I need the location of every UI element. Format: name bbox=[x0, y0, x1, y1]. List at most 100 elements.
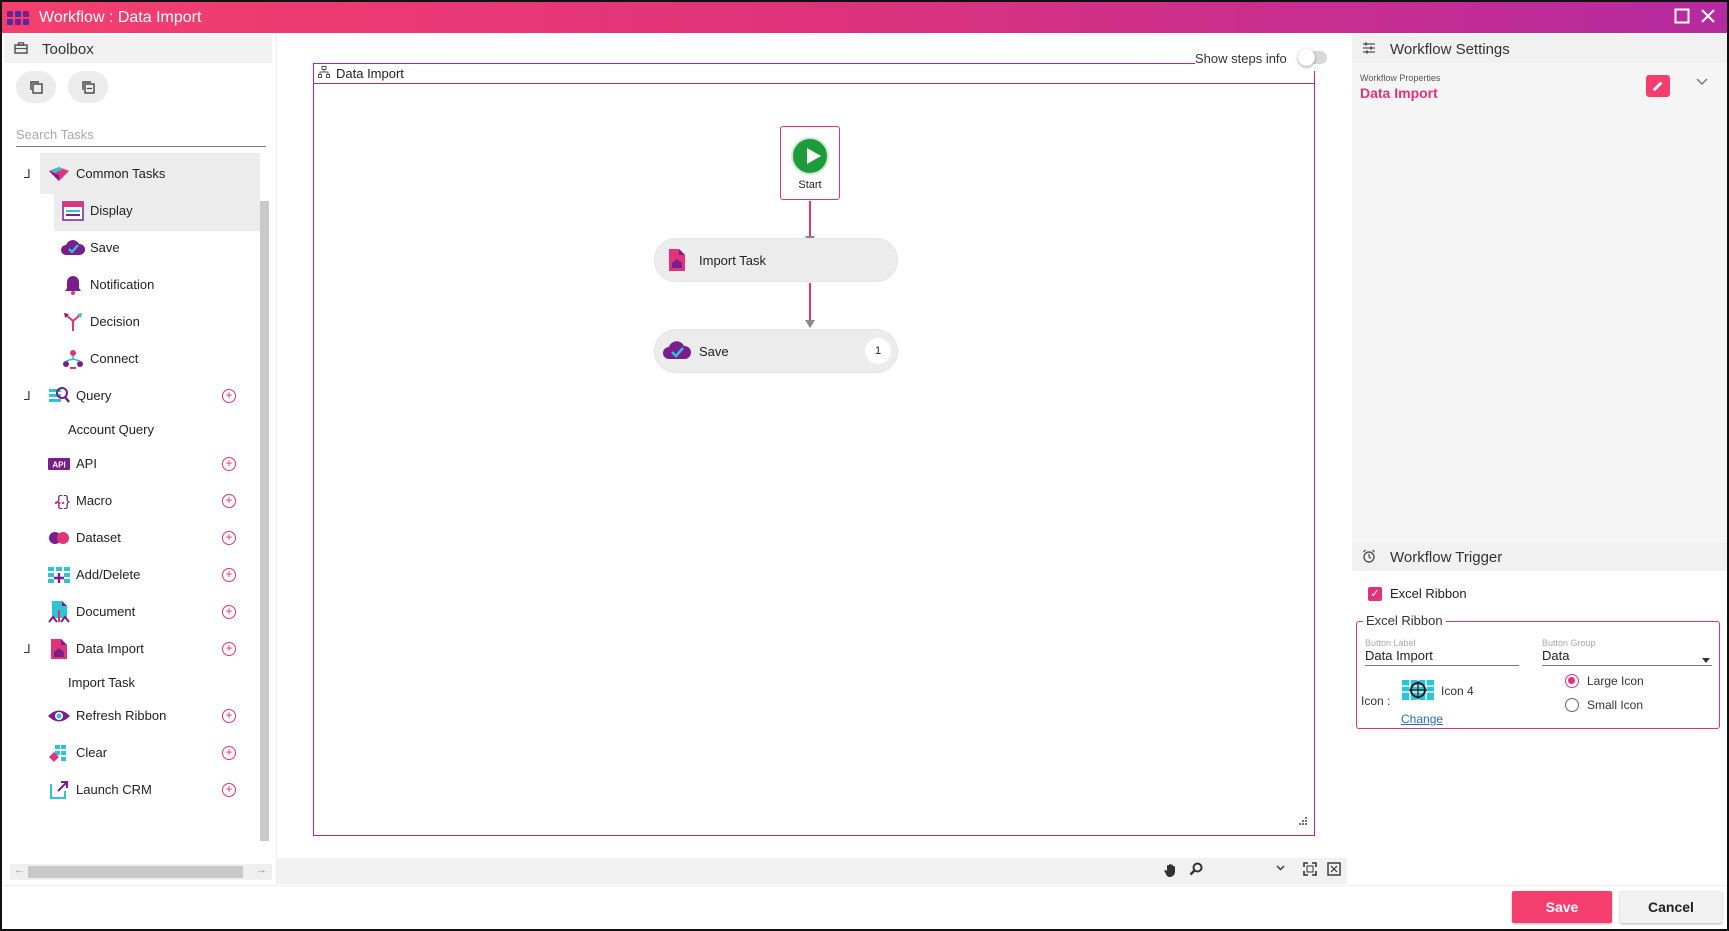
ribbon-icon-preview bbox=[1401, 678, 1435, 702]
maximize-icon[interactable] bbox=[1674, 8, 1690, 27]
app-logo-icon bbox=[6, 8, 34, 28]
add-launch-crm-icon[interactable]: + bbox=[222, 782, 236, 797]
scrollbar-thumb[interactable] bbox=[28, 866, 243, 878]
tree-item-label: Dataset bbox=[76, 530, 121, 545]
chevron-down-icon[interactable] bbox=[1696, 75, 1708, 90]
save-node[interactable]: Save 1 bbox=[654, 329, 898, 373]
tree-item-label: Import Task bbox=[68, 674, 135, 690]
tree-item-dataset[interactable]: Dataset + bbox=[40, 517, 260, 558]
dropdown-arrow-icon bbox=[1702, 652, 1710, 667]
scroll-left-icon[interactable]: ← bbox=[14, 864, 25, 876]
show-steps-toggle-row: Show steps info bbox=[1195, 45, 1335, 71]
toolbox-horizontal-scrollbar[interactable]: ← → bbox=[10, 864, 272, 880]
tree-item-import-task[interactable]: Import Task bbox=[64, 665, 260, 699]
tree-item-add-delete[interactable]: Add/Delete + bbox=[40, 554, 260, 595]
add-refresh-ribbon-icon[interactable]: + bbox=[222, 708, 236, 723]
workflow-container: Data Import Start Import Task Save 1 bbox=[313, 63, 1315, 836]
tree-item-account-query[interactable]: Account Query bbox=[64, 412, 260, 446]
add-api-icon[interactable]: + bbox=[222, 456, 236, 471]
tree-item-display[interactable]: Display bbox=[54, 190, 260, 231]
start-node[interactable]: Start bbox=[780, 126, 840, 200]
resize-grip-icon[interactable] bbox=[1298, 816, 1308, 829]
tree-item-data-import[interactable]: ⅃ Data Import + bbox=[24, 628, 260, 669]
close-icon[interactable] bbox=[1700, 8, 1716, 27]
add-dataset-icon[interactable]: + bbox=[222, 530, 236, 545]
tree-item-api[interactable]: API API + bbox=[40, 443, 260, 484]
add-document-icon[interactable]: + bbox=[222, 604, 236, 619]
tree-item-clear[interactable]: Clear + bbox=[40, 732, 260, 773]
data-import-icon bbox=[663, 248, 691, 272]
zoom-icon[interactable] bbox=[1189, 862, 1203, 880]
large-icon-radio[interactable] bbox=[1565, 674, 1579, 688]
tree-item-query[interactable]: ⅃ Query + bbox=[24, 375, 260, 416]
canvas-toolbar bbox=[277, 858, 1347, 884]
tree-item-launch-crm[interactable]: Launch CRM + bbox=[40, 769, 260, 810]
tree-item-connect[interactable]: Connect bbox=[54, 338, 260, 379]
cancel-button[interactable]: Cancel bbox=[1620, 891, 1722, 923]
document-icon bbox=[46, 600, 72, 624]
small-icon-radio-row[interactable]: Small Icon bbox=[1565, 698, 1643, 712]
excel-ribbon-checkbox[interactable]: ✓ bbox=[1368, 586, 1382, 601]
toolbox-actions bbox=[16, 71, 108, 103]
fit-to-screen-icon[interactable] bbox=[1303, 862, 1317, 880]
search-tasks-input[interactable]: Search Tasks bbox=[16, 123, 266, 147]
tree-item-common-tasks[interactable]: ⅃ Common Tasks bbox=[24, 153, 260, 194]
show-steps-toggle[interactable] bbox=[1298, 49, 1327, 66]
tree-item-refresh-ribbon[interactable]: Refresh Ribbon + bbox=[40, 695, 260, 736]
title-bar: Workflow : Data Import bbox=[2, 2, 1727, 33]
collapse-icon[interactable]: ⅃ bbox=[24, 389, 31, 403]
tree-item-save[interactable]: Save bbox=[54, 227, 260, 268]
tree-item-notification[interactable]: Notification bbox=[54, 264, 260, 305]
decision-icon bbox=[60, 310, 86, 334]
small-icon-radio[interactable] bbox=[1565, 698, 1579, 712]
copy-button[interactable] bbox=[16, 71, 56, 103]
tree-item-document[interactable]: Document + bbox=[40, 591, 260, 632]
connect-icon bbox=[60, 347, 86, 371]
workflow-properties-caption: Workflow Properties bbox=[1360, 73, 1441, 83]
tree-item-label: Save bbox=[90, 240, 120, 255]
workflow-header: Data Import bbox=[314, 64, 1314, 84]
tree-item-label: Common Tasks bbox=[76, 166, 166, 181]
show-steps-label: Show steps info bbox=[1195, 50, 1287, 66]
node-label: Save bbox=[699, 343, 729, 359]
tree-item-label: Clear bbox=[76, 745, 108, 760]
launch-icon bbox=[46, 778, 72, 802]
add-query-icon[interactable]: + bbox=[222, 388, 236, 403]
ribbon-icon-name: Icon 4 bbox=[1441, 684, 1474, 698]
add-clear-icon[interactable]: + bbox=[222, 745, 236, 760]
collapse-icon[interactable]: ⅃ bbox=[24, 167, 31, 181]
button-label-caption: Button Label bbox=[1365, 638, 1416, 648]
dialog-footer: Save Cancel bbox=[4, 885, 1727, 929]
bell-icon bbox=[60, 273, 86, 297]
toolbox-panel: Toolbox Search Tasks ⅃ Common Tasks Disp… bbox=[4, 35, 272, 885]
add-delete-icon bbox=[46, 563, 72, 587]
add-data-import-icon[interactable]: + bbox=[222, 641, 236, 656]
tree-item-macro[interactable]: {} Macro + bbox=[40, 480, 260, 521]
button-group-select[interactable]: Data bbox=[1542, 648, 1712, 666]
pan-hand-icon[interactable] bbox=[1163, 862, 1179, 882]
collapse-icon[interactable]: ⅃ bbox=[24, 642, 31, 656]
tree-item-label: Account Query bbox=[68, 421, 154, 437]
tree-item-label: Connect bbox=[90, 351, 139, 366]
tree-item-decision[interactable]: Decision bbox=[54, 301, 260, 342]
large-icon-radio-row[interactable]: Large Icon bbox=[1565, 674, 1644, 688]
workflow-settings-header: Workflow Settings bbox=[1352, 35, 1727, 63]
toolbox-vertical-scrollbar[interactable] bbox=[260, 201, 269, 841]
paste-button[interactable] bbox=[68, 71, 108, 103]
edit-properties-button[interactable] bbox=[1646, 75, 1670, 97]
add-add-delete-icon[interactable]: + bbox=[222, 567, 236, 582]
zoom-level-select[interactable] bbox=[1217, 861, 1287, 881]
connector-arrow-icon bbox=[805, 320, 815, 328]
excel-ribbon-checkbox-row[interactable]: ✓ Excel Ribbon bbox=[1368, 586, 1467, 601]
button-label-input[interactable]: Data Import bbox=[1365, 648, 1519, 666]
scroll-right-icon[interactable]: → bbox=[256, 864, 267, 876]
change-icon-link[interactable]: Change bbox=[1401, 712, 1443, 726]
toolbox-header: Toolbox bbox=[4, 35, 272, 63]
import-task-node[interactable]: Import Task bbox=[654, 238, 898, 282]
tree-item-label: Macro bbox=[76, 493, 113, 508]
expand-icon[interactable] bbox=[1327, 862, 1341, 880]
tree-item-label: Query bbox=[76, 388, 112, 403]
add-macro-icon[interactable]: + bbox=[222, 493, 236, 508]
save-button[interactable]: Save bbox=[1512, 891, 1612, 923]
small-icon-label: Small Icon bbox=[1587, 698, 1644, 712]
